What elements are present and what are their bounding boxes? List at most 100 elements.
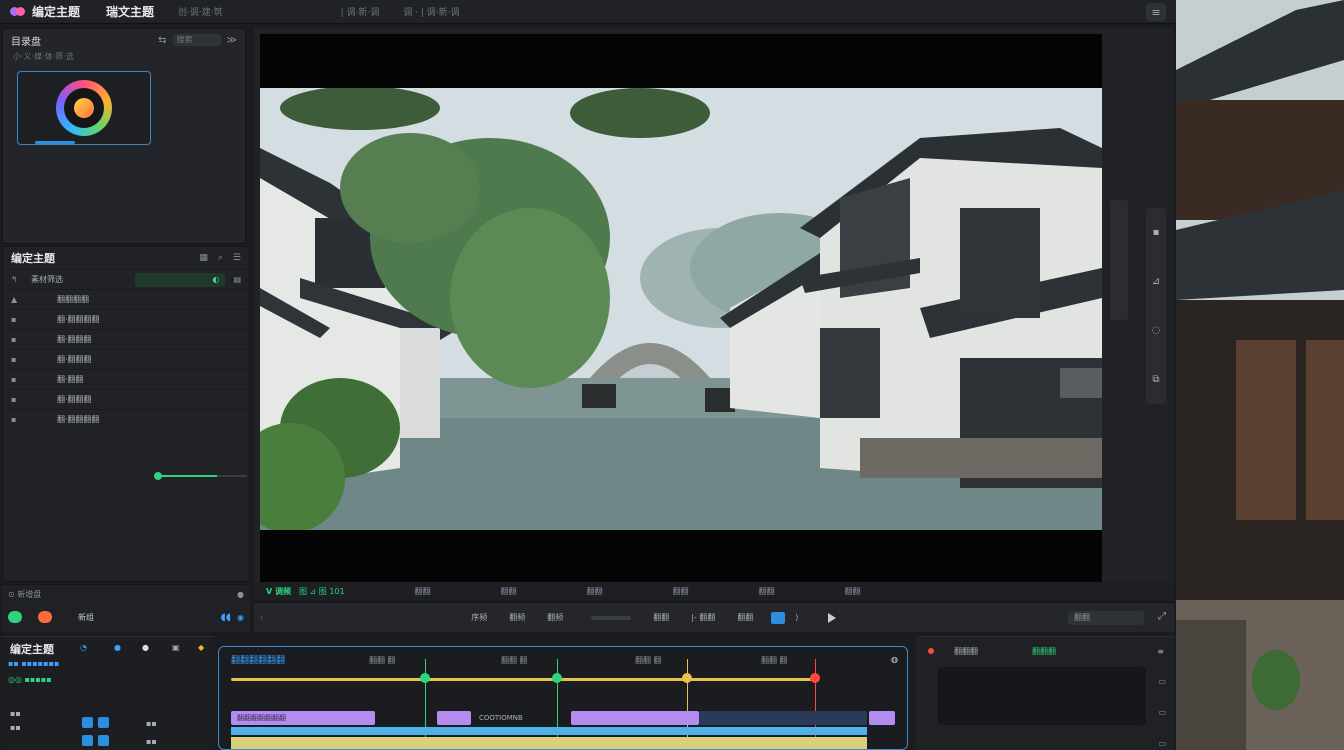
orange-effect-icon[interactable] xyxy=(38,611,52,623)
more-icon[interactable]: ≫ xyxy=(227,35,237,46)
project-row[interactable]: ▪ 翻·翻翻 xyxy=(3,369,249,389)
project-row[interactable]: ▪ 翻·翻翻翻 xyxy=(3,329,249,349)
timeline-panel[interactable]: 翻翻翻翻翻翻 翻翻 翻 翻翻 翻 翻翻 翻 翻翻 翻 ◍ 翻翻翻翻翻翻翻 COO… xyxy=(218,646,908,750)
timeline-settings-icon[interactable]: ◍ xyxy=(891,655,898,664)
row-label: 翻·翻翻 xyxy=(57,375,84,384)
next-frame-icon[interactable]: ⟩ xyxy=(795,613,798,622)
video-clip[interactable] xyxy=(437,711,471,725)
ruler-tick: 翻翻 xyxy=(672,586,689,596)
top-menu-item[interactable]: 创·调·建·筑 xyxy=(178,5,223,18)
fullscreen-icon[interactable]: ⤢ xyxy=(1158,611,1166,622)
row-icon: ▪ xyxy=(11,415,17,424)
mask-icon[interactable]: ◌ xyxy=(1152,325,1161,336)
search-icon[interactable]: ⌕ xyxy=(218,253,223,263)
top-bar: 编定主题 瑞文主题 创·调·建·筑 | 调·新·调 调 · | 调·新·调 ≡ xyxy=(0,0,1176,24)
crop-icon[interactable]: ⊿ xyxy=(1152,276,1160,287)
ruler-tick: 翻翻 xyxy=(758,586,775,596)
record-icon[interactable] xyxy=(928,648,934,654)
timeline-track-headers: 编定主题 ◔ ● ● ▣ ◆ ▪▪ ▪▪▪▪▪▪▪ ◎◎ ▪▪▪▪▪ ▪▪ ▪▪… xyxy=(2,636,214,750)
green-effect-icon[interactable] xyxy=(8,611,22,623)
media-search-input[interactable]: 搜索 xyxy=(172,34,221,46)
track-icon[interactable]: ● xyxy=(114,643,121,652)
image-track-toggle[interactable]: 图 ⊿ 图 101 xyxy=(299,586,345,597)
top-menu-item[interactable]: | 调·新·调 xyxy=(341,5,380,18)
control-button[interactable]: 翻频 xyxy=(547,612,563,623)
track-toggle[interactable] xyxy=(82,735,93,746)
video-track-toggle[interactable]: V 调频 xyxy=(266,586,291,597)
keyframe[interactable] xyxy=(552,673,562,683)
project-row[interactable]: ▪ 翻·翻翻翻翻 xyxy=(3,409,249,429)
project-title[interactable]: 瑞文主题 xyxy=(106,3,154,20)
grid-icon[interactable]: ▦ xyxy=(199,253,208,263)
row-label: 翻翻翻翻 xyxy=(57,295,89,304)
inspector-tool-icon[interactable]: ▭ xyxy=(1158,739,1166,748)
video-clip[interactable]: 翻翻翻翻翻翻翻 xyxy=(231,711,375,725)
inspector-tab[interactable]: 翻翻翻 xyxy=(1032,646,1056,657)
control-button[interactable]: 翻翻 xyxy=(737,612,753,623)
volume-icon[interactable]: ◉ xyxy=(237,613,244,622)
inspector-preview xyxy=(938,667,1146,725)
row-label: 翻·翻翻翻 xyxy=(57,355,92,364)
inspector-tab[interactable]: 翻翻翻 xyxy=(954,646,978,657)
timeline-marker-label: 翻翻 翻 xyxy=(635,656,662,665)
circle-icon[interactable]: ● xyxy=(237,590,244,599)
left-arrow-icon[interactable]: ‹ xyxy=(260,613,263,622)
keyframe[interactable] xyxy=(810,673,820,683)
preview-viewport[interactable] xyxy=(260,34,1102,582)
top-menu-item[interactable]: 调 · | 调·新·调 xyxy=(403,5,459,18)
zoom-icon[interactable]: ▪ xyxy=(1153,227,1160,238)
thumbnail-progress xyxy=(35,141,75,144)
inspector-tool-icon[interactable]: ▭ xyxy=(1158,708,1166,717)
control-button[interactable]: 翻翻 xyxy=(653,612,669,623)
loop-toggle[interactable] xyxy=(771,611,786,624)
project-row[interactable]: ▪ 翻·翻翻翻 xyxy=(3,349,249,369)
play-icon[interactable] xyxy=(828,612,837,623)
back-icon[interactable]: ↰ xyxy=(11,275,31,284)
list-icon[interactable]: ☰ xyxy=(233,253,241,263)
music-track[interactable] xyxy=(231,737,867,749)
add-bin-button[interactable]: ⊙ 新增盘 xyxy=(8,589,41,600)
playback-speed-field[interactable]: 翻翻 xyxy=(1068,611,1144,625)
control-button[interactable]: 翻频 xyxy=(509,612,525,623)
clip-label: COOTIOMNB xyxy=(473,711,557,725)
track-icon[interactable]: ◔ xyxy=(80,643,87,652)
menu-icon[interactable]: ≡ xyxy=(1157,647,1164,656)
filter-toggle[interactable]: ◐ xyxy=(135,272,226,287)
track-icon[interactable]: ◆ xyxy=(198,643,204,652)
volume-slider[interactable] xyxy=(591,615,632,620)
keyframe[interactable] xyxy=(420,673,430,683)
row-label: 翻·翻翻翻翻 xyxy=(57,415,100,424)
transform-icon[interactable]: ⧉ xyxy=(1152,374,1159,385)
inspector-tool-icon[interactable]: ▭ xyxy=(1158,677,1166,686)
project-row[interactable]: ▪ 翻·翻翻翻翻 xyxy=(3,309,249,329)
row-icon: ▪ xyxy=(11,335,17,344)
project-row[interactable]: ▪ 翻·翻翻翻 xyxy=(3,389,249,409)
viewport-scrollbar[interactable] xyxy=(1110,200,1128,320)
audio-track[interactable] xyxy=(231,727,867,735)
control-button[interactable]: |- 翻翻 xyxy=(691,612,715,623)
ruler-tick: 翻翻 xyxy=(844,586,861,596)
timeline-marker-label: 翻翻 翻 xyxy=(501,656,528,665)
project-row[interactable]: ▲ 翻翻翻翻 xyxy=(3,289,249,309)
control-button[interactable]: 序频 xyxy=(471,612,487,623)
keyframe[interactable] xyxy=(682,673,692,683)
track-label: ▪▪ ▪▪▪▪▪▪▪ xyxy=(8,659,60,668)
video-clip[interactable] xyxy=(699,711,867,725)
track-icon[interactable]: ▣ xyxy=(172,643,180,652)
canal-town-video-frame xyxy=(260,88,1102,530)
playback-controls: ‹ 序频 翻频 翻频 翻翻 |- 翻翻 翻翻 ⟩ 翻翻 ⤢ xyxy=(254,602,1174,632)
menu-icon[interactable]: ≡ xyxy=(1146,3,1166,21)
row-icon: ▪ xyxy=(11,315,17,324)
sort-icon[interactable]: ⇆ xyxy=(158,35,166,46)
settings-icon[interactable]: ▤ xyxy=(233,275,241,284)
video-clip[interactable] xyxy=(869,711,895,725)
audio-wave-icon[interactable]: ◖◖ xyxy=(220,612,231,623)
track-toggle[interactable] xyxy=(98,735,109,746)
zoom-slider[interactable] xyxy=(154,472,217,480)
track-toggle[interactable] xyxy=(98,717,109,728)
media-thumbnail[interactable] xyxy=(17,71,151,145)
track-icon[interactable]: ● xyxy=(142,643,149,652)
keyframe-line xyxy=(231,678,817,681)
track-toggle[interactable] xyxy=(82,717,93,728)
video-clip[interactable] xyxy=(571,711,699,725)
